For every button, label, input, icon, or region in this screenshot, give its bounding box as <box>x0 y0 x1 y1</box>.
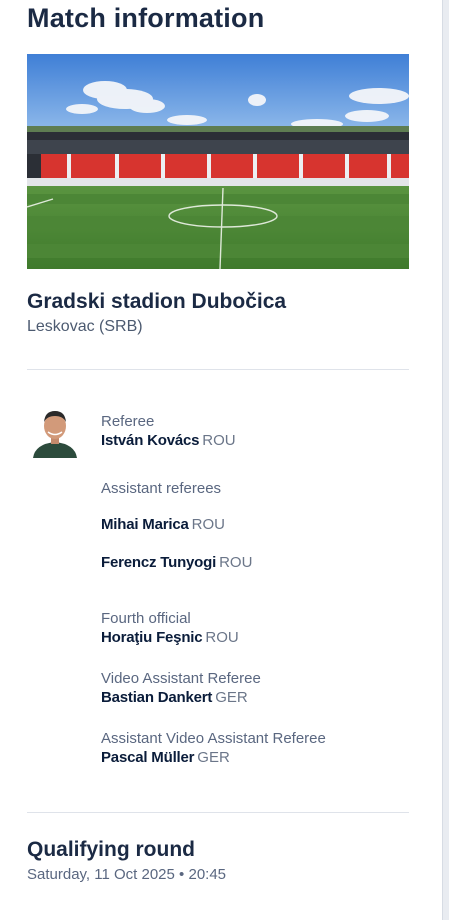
referee-block: Referee István Kovács ROU <box>101 412 236 450</box>
assistant-referees-role-label: Assistant referees <box>101 480 222 497</box>
var-country: GER <box>215 689 248 706</box>
var-name[interactable]: Bastian Dankert <box>101 689 212 706</box>
stadium-photo <box>27 54 409 269</box>
venue-name: Gradski stadion Dubočica <box>27 290 287 313</box>
venue-city: Leskovac (SRB) <box>27 318 143 335</box>
assistant-referee-line: Ferencz Tunyogi ROU <box>101 553 252 572</box>
assistant-referee-name[interactable]: Ferencz Tunyogi <box>101 554 216 571</box>
var-block: Video Assistant Referee Bastian Dankert G… <box>101 669 261 707</box>
section-divider <box>27 369 409 370</box>
assistant-referee-country: ROU <box>219 554 253 571</box>
fourth-official-block: Fourth official Horaţiu Feşnic ROU <box>101 609 239 647</box>
referee-country: ROU <box>202 432 236 449</box>
avar-block: Assistant Video Assistant Referee Pascal… <box>101 729 326 767</box>
assistant-referees-block: Assistant referees <box>101 479 221 498</box>
referee-role-label: Referee <box>101 413 155 430</box>
round-time: 20:45 <box>188 866 227 883</box>
section-divider <box>27 812 409 813</box>
round-datetime: Saturday, 11 Oct 2025 • 20:45 <box>27 866 226 883</box>
round-separator: • <box>179 866 185 883</box>
assistant-referee-1: Mihai Marica ROU <box>101 515 225 534</box>
fourth-official-role-label: Fourth official <box>101 610 191 627</box>
avar-role-label: Assistant Video Assistant Referee <box>101 730 326 747</box>
fourth-official-line: Horaţiu Feşnic ROU <box>101 628 239 647</box>
assistant-referee-line: Mihai Marica ROU <box>101 515 225 534</box>
referee-line: István Kovács ROU <box>101 431 236 450</box>
avar-name[interactable]: Pascal Müller <box>101 749 194 766</box>
round-date: Saturday, 11 Oct 2025 <box>27 866 175 883</box>
page-title: Match information <box>27 3 265 33</box>
round-title: Qualifying round <box>27 838 195 861</box>
var-role-label: Video Assistant Referee <box>101 670 261 687</box>
assistant-referee-name[interactable]: Mihai Marica <box>101 516 189 533</box>
fourth-official-country: ROU <box>205 629 239 646</box>
avar-country: GER <box>197 749 230 766</box>
var-line: Bastian Dankert GER <box>101 688 261 707</box>
scrollbar[interactable] <box>443 0 449 920</box>
referee-avatar <box>31 404 79 458</box>
assistant-referee-country: ROU <box>191 516 225 533</box>
assistant-referee-2: Ferencz Tunyogi ROU <box>101 553 252 572</box>
fourth-official-name[interactable]: Horaţiu Feşnic <box>101 629 203 646</box>
referee-name[interactable]: István Kovács <box>101 432 199 449</box>
avar-line: Pascal Müller GER <box>101 748 326 767</box>
